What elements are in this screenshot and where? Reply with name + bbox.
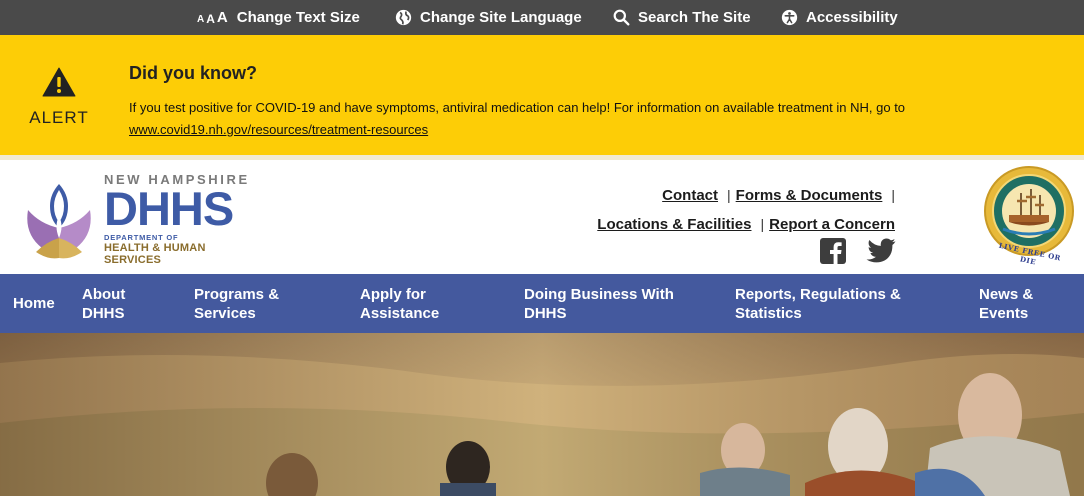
report-concern-link[interactable]: Report a Concern <box>769 216 895 233</box>
treatment-resources-link[interactable]: www.covid19.nh.gov/resources/treatment-r… <box>129 122 428 137</box>
alert-title: Did you know? <box>129 63 257 83</box>
facebook-icon[interactable] <box>820 238 846 269</box>
logo-wordmark: NEW HAMPSHIRE DHHS DEPARTMENT OF HEALTH … <box>104 172 254 266</box>
alert-label: ALERT <box>29 108 89 127</box>
nav-item-reports-statistics[interactable]: Reports, Regulations & Statistics <box>735 274 901 333</box>
site-header: NEW HAMPSHIRE DHHS DEPARTMENT OF HEALTH … <box>0 160 1084 274</box>
nav-item-label: DHHS <box>524 304 567 322</box>
accessibility-label: Accessibility <box>806 9 898 26</box>
header-links: Contact | Forms & Documents | Locations … <box>597 185 895 243</box>
lotus-logo-icon <box>27 184 91 259</box>
hero-image <box>0 333 1084 496</box>
nav-item-label: News & <box>979 285 1034 303</box>
link-separator: | <box>727 187 731 203</box>
nav-item-about-dhhs[interactable]: About DHHS <box>82 274 125 333</box>
logo-acronym: DHHS <box>104 182 234 235</box>
text-size-icon: A A A <box>197 10 230 25</box>
nav-item-home[interactable]: Home <box>13 274 55 333</box>
nav-item-label: About <box>82 285 126 303</box>
text-size-small: A <box>197 14 205 25</box>
accessibility-button[interactable]: Accessibility <box>781 0 898 35</box>
nav-item-doing-business[interactable]: Doing Business With DHHS <box>524 274 674 333</box>
accessibility-icon <box>781 9 798 26</box>
text-size-medium: A <box>206 12 215 26</box>
nav-item-label: Events <box>979 304 1029 322</box>
locations-facilities-link[interactable]: Locations & Facilities <box>597 216 751 233</box>
twitter-icon[interactable] <box>866 238 896 269</box>
link-separator: | <box>891 187 895 203</box>
search-icon <box>613 9 630 26</box>
main-navigation: Home About DHHS Programs & Services Apply … <box>0 274 1084 333</box>
change-language-button[interactable]: Change Site Language <box>395 0 582 35</box>
nav-item-news-events[interactable]: News & Events <box>979 274 1033 333</box>
search-site-label: Search The Site <box>638 9 751 26</box>
nav-item-label: Programs & <box>194 285 280 303</box>
logo-name-line: HEALTH & HUMAN SERVICES <box>104 242 206 266</box>
nav-item-label: Reports, Regulations & <box>735 285 901 303</box>
contact-link[interactable]: Contact <box>662 187 718 204</box>
nav-item-label: Statistics <box>735 304 802 322</box>
nav-item-label: DHHS <box>82 304 125 322</box>
nav-item-label: Assistance <box>360 304 440 322</box>
nav-item-programs-services[interactable]: Programs & Services <box>194 274 279 333</box>
alert-badge: ALERT <box>22 67 96 128</box>
text-size-large: A <box>216 9 228 26</box>
nav-item-apply-assistance[interactable]: Apply for Assistance <box>360 274 439 333</box>
alert-message: If you test positive for COVID-19 and ha… <box>129 97 1029 141</box>
globe-icon <box>395 9 412 26</box>
change-language-label: Change Site Language <box>420 9 582 26</box>
header-links-row-1: Contact | Forms & Documents | <box>597 185 895 205</box>
header-links-row-2: Locations & Facilities | Report a Concer… <box>597 214 895 234</box>
alert-message-text: If you test positive for COVID-19 and ha… <box>129 100 906 115</box>
social-links <box>820 238 896 269</box>
nav-item-label: Services <box>194 304 256 322</box>
change-text-size-button[interactable]: A A A Change Text Size <box>197 0 360 35</box>
forms-documents-link[interactable]: Forms & Documents <box>736 187 883 204</box>
nav-item-home-label: Home <box>13 295 55 312</box>
warning-icon <box>42 67 76 101</box>
utility-bar: A A A Change Text Size Change Site Langu… <box>0 0 1084 35</box>
hero-photo-people-hiking <box>0 333 1084 496</box>
covid-alert-banner: ALERT Did you know? If you test positive… <box>0 35 1084 155</box>
dhhs-logo[interactable]: NEW HAMPSHIRE DHHS DEPARTMENT OF HEALTH … <box>14 172 254 266</box>
search-site-button[interactable]: Search The Site <box>613 0 751 35</box>
nav-item-label: Apply for <box>360 285 426 303</box>
link-separator: | <box>760 216 765 232</box>
change-text-size-label: Change Text Size <box>236 9 360 26</box>
nav-item-label: Doing Business With <box>524 285 674 303</box>
nh-state-seal: LIVE FREE OR DIE <box>983 165 1075 266</box>
